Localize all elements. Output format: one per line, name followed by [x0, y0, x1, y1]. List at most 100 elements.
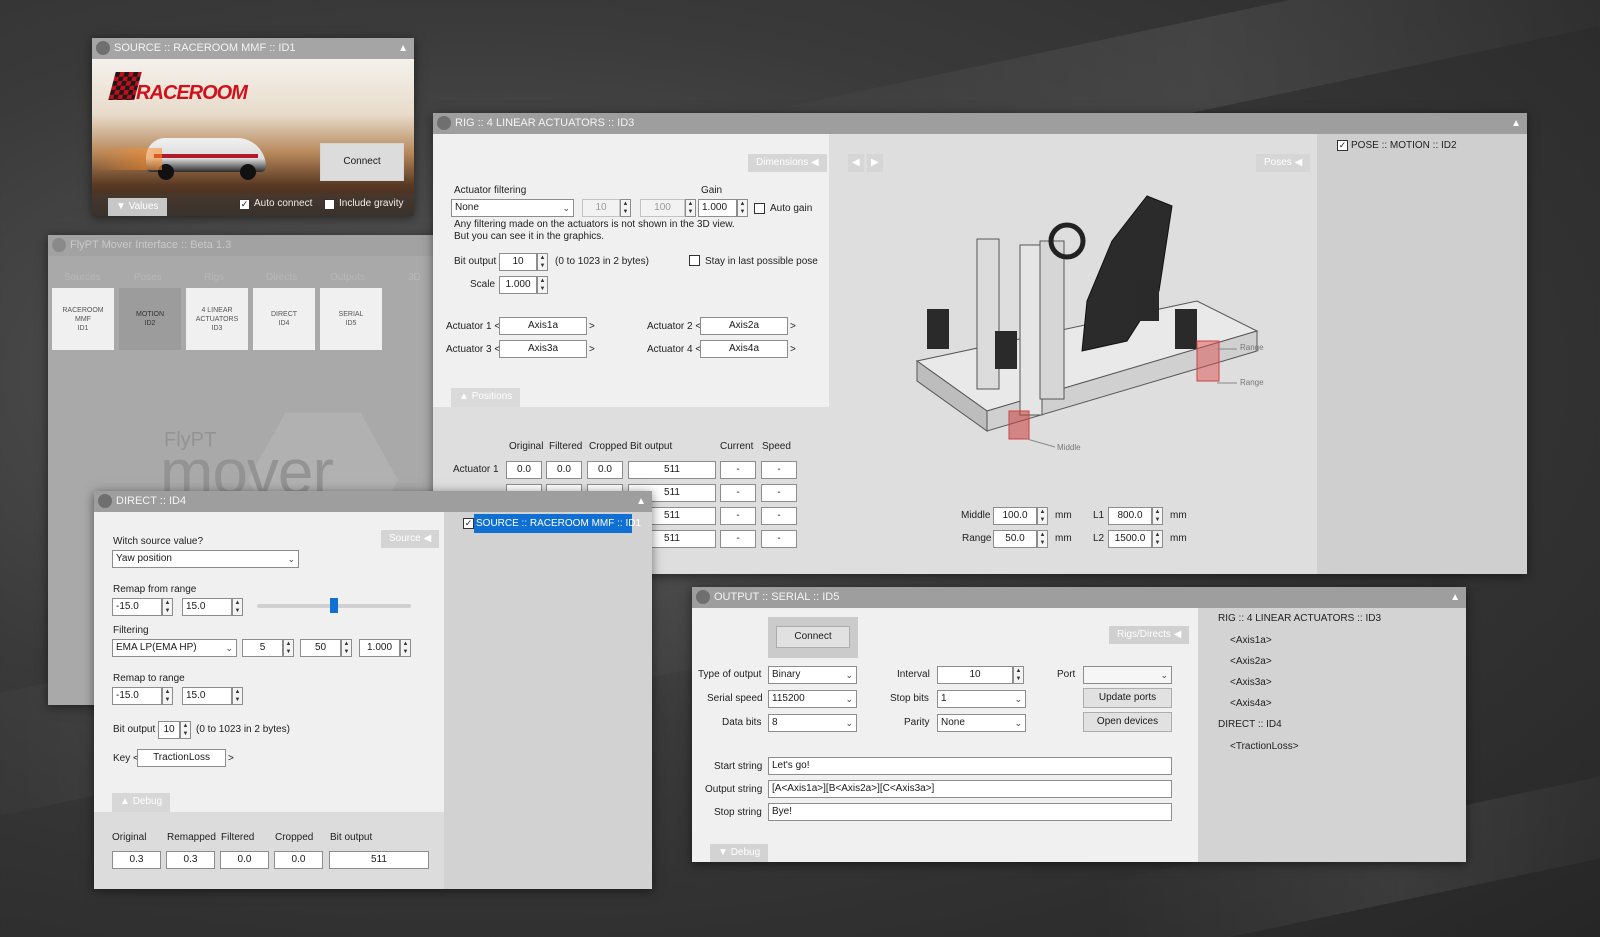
actuator1-input[interactable]: Axis1a: [499, 317, 587, 335]
tile-source-raceroom[interactable]: RACEROOM MMF ID1: [52, 288, 114, 350]
side-list-direct[interactable]: DIRECT :: ID4: [1218, 719, 1282, 730]
filter-f3-stepper[interactable]: ▲ ▼: [400, 639, 411, 657]
middle-input[interactable]: 100.0: [993, 507, 1037, 525]
collapse-icon[interactable]: ▲: [398, 38, 408, 59]
stay-last-pose-checkbox[interactable]: [689, 255, 700, 266]
nav-next-button[interactable]: ▶: [867, 154, 883, 172]
middle-stepper[interactable]: ▲ ▼: [1037, 507, 1048, 525]
from-min-stepper[interactable]: ▲ ▼: [162, 598, 173, 616]
auto-connect-checkbox[interactable]: ✓: [239, 199, 250, 210]
bit-output-stepper[interactable]: ▲ ▼: [537, 253, 548, 271]
values-tab[interactable]: ▼ Values: [108, 198, 167, 216]
l2-input[interactable]: 1500.0: [1108, 530, 1152, 548]
stop-string-input[interactable]: Bye!: [768, 803, 1172, 821]
collapse-icon[interactable]: ▲: [1450, 587, 1460, 608]
direct-bit-output-stepper[interactable]: ▲ ▼: [180, 721, 191, 739]
remap-slider-thumb[interactable]: [330, 598, 338, 613]
filter-param2-input[interactable]: 100: [640, 199, 685, 217]
debug-tab[interactable]: ▲ Debug: [112, 793, 171, 812]
parity-select[interactable]: None ⌄: [937, 714, 1026, 732]
interval-stepper[interactable]: ▲ ▼: [1013, 666, 1024, 684]
filter-param1-stepper[interactable]: ▲ ▼: [620, 199, 631, 217]
filter-f3-input[interactable]: 1.000: [359, 639, 400, 657]
gain-input[interactable]: 1.000: [698, 199, 737, 217]
side-list-axis2a[interactable]: <Axis2a>: [1230, 656, 1272, 667]
range-stepper[interactable]: ▲ ▼: [1037, 530, 1048, 548]
poses-tab[interactable]: Poses ◀: [1256, 154, 1311, 172]
source-select-checkbox[interactable]: ✓: [463, 518, 474, 529]
middle-label: Middle: [961, 510, 991, 521]
filter-f1-stepper[interactable]: ▲ ▼: [283, 639, 294, 657]
rigs-directs-tab[interactable]: Rigs/Directs ◀: [1109, 626, 1190, 644]
stop-bits-select[interactable]: 1 ⌄: [937, 690, 1026, 708]
rig-titlebar[interactable]: RIG :: 4 LINEAR ACTUATORS :: ID3 ▲: [433, 113, 1527, 134]
bit-output-input[interactable]: 10: [499, 253, 537, 271]
tile-pose-motion[interactable]: MOTION ID2: [119, 288, 181, 350]
to-max-input[interactable]: 15.0: [182, 687, 232, 705]
interval-input[interactable]: 10: [937, 666, 1013, 684]
filter-f2-stepper[interactable]: ▲ ▼: [341, 639, 352, 657]
l1-stepper[interactable]: ▲ ▼: [1152, 507, 1163, 525]
output-connect-button[interactable]: Connect: [776, 626, 850, 648]
actuator4-input[interactable]: Axis4a: [700, 340, 788, 358]
to-min-stepper[interactable]: ▲ ▼: [162, 687, 173, 705]
port-select[interactable]: ⌄: [1083, 666, 1172, 684]
type-select[interactable]: Binary ⌄: [768, 666, 857, 684]
filtering-select[interactable]: EMA LP(EMA HP) ⌄: [112, 639, 237, 657]
scale-input[interactable]: 1.000: [499, 276, 537, 294]
update-ports-button[interactable]: Update ports: [1083, 688, 1172, 708]
from-max-input[interactable]: 15.0: [182, 598, 232, 616]
key-input[interactable]: TractionLoss: [137, 749, 226, 767]
actuator2-input[interactable]: Axis2a: [700, 317, 788, 335]
output-debug-tab[interactable]: ▼ Debug: [710, 844, 769, 862]
side-list-tractionloss[interactable]: <TractionLoss>: [1230, 741, 1299, 752]
l2-stepper[interactable]: ▲ ▼: [1152, 530, 1163, 548]
from-max-stepper[interactable]: ▲ ▼: [232, 598, 243, 616]
l1-input[interactable]: 800.0: [1108, 507, 1152, 525]
scale-stepper[interactable]: ▲ ▼: [537, 276, 548, 294]
filter-f2-input[interactable]: 50: [300, 639, 341, 657]
flypt-logo-icon: [96, 41, 110, 55]
source-selected-item[interactable]: SOURCE :: RACEROOM MMF :: ID1: [474, 514, 641, 533]
actuator3-input[interactable]: Axis3a: [499, 340, 587, 358]
dimensions-tab[interactable]: Dimensions ◀: [748, 154, 827, 172]
side-list-axis3a[interactable]: <Axis3a>: [1230, 677, 1272, 688]
filter-param2-stepper[interactable]: ▲ ▼: [685, 199, 696, 217]
output-titlebar[interactable]: OUTPUT :: SERIAL :: ID5 ▲: [692, 587, 1466, 608]
to-max-stepper[interactable]: ▲ ▼: [232, 687, 243, 705]
positions-tab[interactable]: ▲ Positions: [451, 388, 521, 407]
source-connect-button[interactable]: Connect: [320, 143, 404, 181]
data-bits-select[interactable]: 8 ⌄: [768, 714, 857, 732]
collapse-icon[interactable]: ▲: [636, 491, 646, 512]
source-tab[interactable]: Source ◀: [381, 530, 440, 548]
collapse-icon[interactable]: ▲: [1511, 113, 1521, 134]
actuator-filtering-label: Actuator filtering: [454, 185, 527, 196]
pose-checkbox[interactable]: ✓: [1337, 140, 1348, 151]
witch-select[interactable]: Yaw position ⌄: [112, 550, 299, 568]
output-string-input[interactable]: [A<Axis1a>][B<Axis2a>][C<Axis3a>]: [768, 780, 1172, 798]
open-devices-button[interactable]: Open devices: [1083, 712, 1172, 732]
gain-stepper[interactable]: ▲ ▼: [737, 199, 748, 217]
filter-select[interactable]: None ⌄: [451, 199, 574, 217]
actuator-4: [1137, 281, 1159, 321]
filter-param1-input[interactable]: 10: [582, 199, 620, 217]
tile-output-serial[interactable]: SERIAL ID5: [320, 288, 382, 350]
start-string-input[interactable]: Let's go!: [768, 757, 1172, 775]
direct-bit-output-input[interactable]: 10: [158, 721, 180, 739]
to-min-input[interactable]: -15.0: [112, 687, 162, 705]
direct-titlebar[interactable]: DIRECT :: ID4 ▲: [94, 491, 652, 512]
source-titlebar[interactable]: SOURCE :: RACEROOM MMF :: ID1 ▲: [92, 38, 414, 59]
filter-f1-input[interactable]: 5: [242, 639, 283, 657]
tile-direct[interactable]: DIRECT ID4: [253, 288, 315, 350]
side-list-rig[interactable]: RIG :: 4 LINEAR ACTUATORS :: ID3: [1218, 613, 1381, 624]
auto-gain-checkbox[interactable]: [754, 203, 765, 214]
tile-rig-actuators[interactable]: 4 LINEAR ACTUATORS ID3: [186, 288, 248, 350]
main-titlebar[interactable]: FlyPT Mover Interface :: Beta 1.3: [48, 235, 440, 256]
nav-prev-button[interactable]: ◀: [848, 154, 864, 172]
include-gravity-checkbox[interactable]: [324, 199, 335, 210]
side-list-axis4a[interactable]: <Axis4a>: [1230, 698, 1272, 709]
side-list-axis1a[interactable]: <Axis1a>: [1230, 635, 1272, 646]
from-min-input[interactable]: -15.0: [112, 598, 162, 616]
range-input[interactable]: 50.0: [993, 530, 1037, 548]
serial-speed-select[interactable]: 115200 ⌄: [768, 690, 857, 708]
